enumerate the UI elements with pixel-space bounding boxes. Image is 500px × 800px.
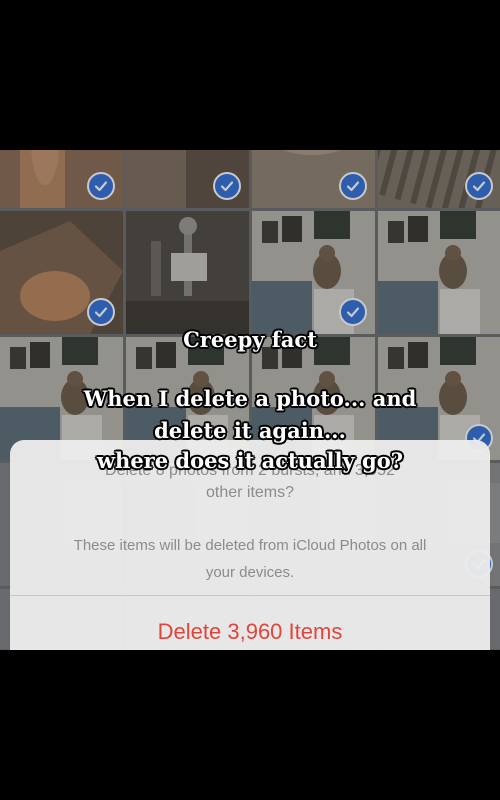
sheet-subtext: These items will be deleted from iCloud … [30, 532, 470, 586]
sheet-subtext-line1: These items will be deleted from iCloud … [73, 537, 427, 554]
caption-title: Creepy fact [183, 327, 317, 352]
sheet-subtext-line2: your devices. [205, 564, 295, 581]
sheet-message-line2: other items? [205, 484, 295, 501]
caption-line-2: delete it again... [154, 418, 346, 443]
screen: Delete 8 photos from 2 bursts, and 3,952… [0, 0, 500, 800]
caption-line-3: where does it actually go? [96, 448, 404, 473]
caption-line-1: When I delete a photo... and [83, 386, 417, 411]
delete-items-button[interactable]: Delete 3,960 Items [10, 596, 490, 650]
